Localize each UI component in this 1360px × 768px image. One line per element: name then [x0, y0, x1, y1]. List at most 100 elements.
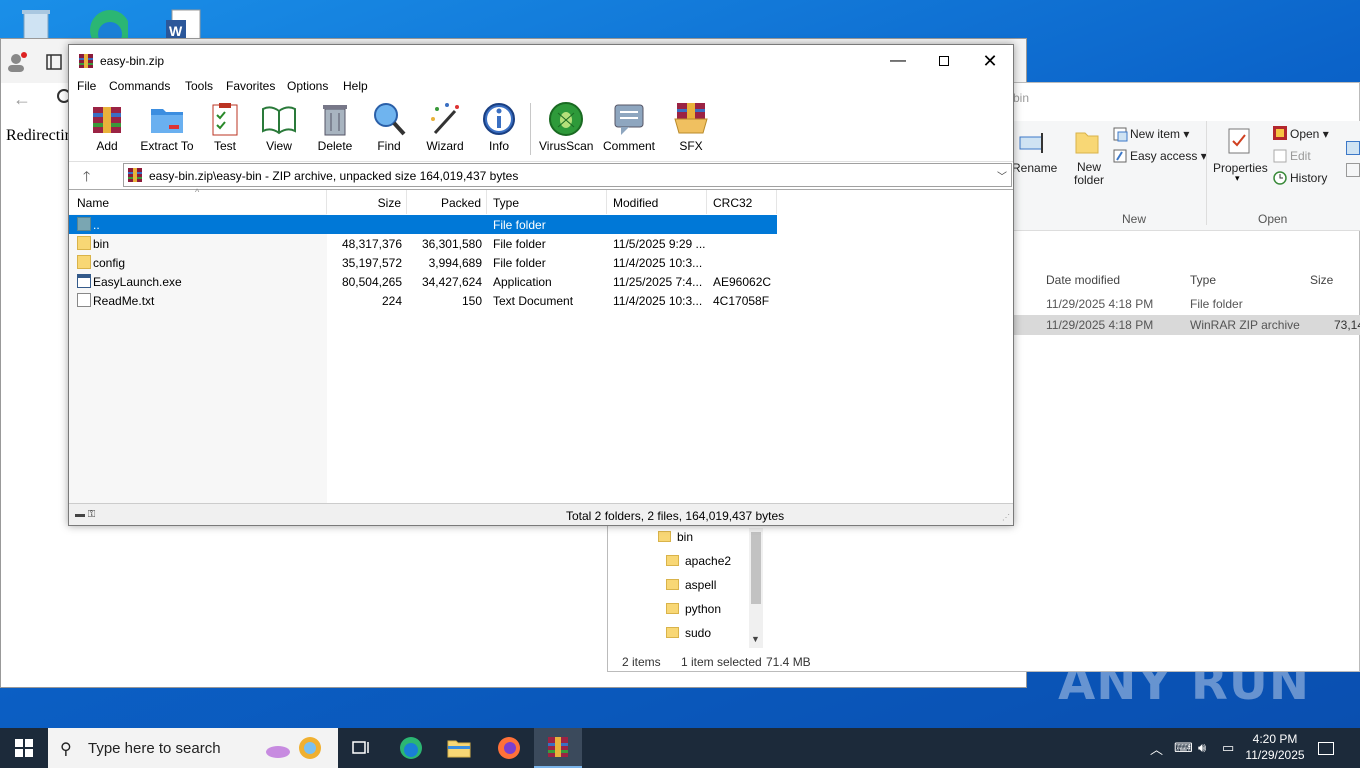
address-text: easy-bin.zip\easy-bin - ZIP archive, unp… — [149, 169, 519, 183]
table-row[interactable]: EasyLaunch.exe 80,504,265 34,427,624 App… — [69, 272, 777, 291]
table-row[interactable]: config 35,197,572 3,994,689 File folder … — [69, 253, 777, 272]
maximize-button[interactable] — [921, 45, 967, 77]
column-crc32[interactable]: CRC32 — [707, 190, 777, 214]
folder-icon — [77, 236, 91, 250]
chevron-down-icon[interactable]: ﹀ — [997, 168, 1007, 183]
delete-button[interactable]: Delete — [313, 101, 357, 153]
extract-to-button[interactable]: Extract To — [139, 101, 195, 153]
folder-icon — [658, 531, 671, 542]
up-arrow-icon[interactable]: 🡑 — [83, 166, 90, 190]
address-field[interactable]: easy-bin.zip\easy-bin - ZIP archive, unp… — [123, 163, 1012, 187]
taskbar-firefox[interactable] — [485, 728, 533, 768]
svg-text:W: W — [169, 23, 183, 39]
add-button[interactable]: Add — [87, 101, 127, 153]
easy-access-button[interactable]: Easy access ▾ — [1130, 149, 1207, 163]
list-item[interactable]: 11/29/2025 4:18 PM File folder — [1014, 294, 1360, 314]
sfx-button[interactable]: SFX — [669, 101, 713, 153]
new-item-button[interactable]: New item ▾ — [1130, 127, 1189, 141]
ime-tray[interactable]: ▭ — [1222, 728, 1234, 768]
menu-commands[interactable]: Commands — [109, 79, 170, 93]
column-type[interactable]: Type — [487, 190, 607, 214]
keyboard-icon: ▭ — [1222, 740, 1235, 755]
winrar-icon — [548, 737, 568, 757]
view-button[interactable]: View — [257, 101, 301, 153]
clock-date: 11/29/2025 — [1245, 748, 1305, 762]
table-row[interactable]: bin 48,317,376 36,301,580 File folder 11… — [69, 234, 777, 253]
folder-icon — [666, 555, 679, 566]
edge-desktop-icon[interactable] — [88, 6, 130, 50]
menu-favorites[interactable]: Favorites — [226, 79, 275, 93]
menu-options[interactable]: Options — [287, 79, 328, 93]
history-icon — [1273, 171, 1287, 185]
notifications-button[interactable] — [1318, 728, 1334, 768]
wizard-button[interactable]: Wizard — [423, 101, 467, 153]
word-desktop-icon[interactable]: W — [164, 6, 204, 43]
tree-scrollbar[interactable]: ▼ — [749, 528, 763, 648]
table-row-parent[interactable]: .. File folder — [69, 215, 777, 234]
test-button[interactable]: Test — [205, 101, 245, 153]
taskbar-winrar[interactable] — [534, 728, 582, 768]
column-modified[interactable]: Modified — [607, 190, 707, 214]
edit-button[interactable]: Edit — [1290, 149, 1311, 163]
close-button[interactable]: ✕ — [967, 45, 1013, 77]
folder-icon — [77, 255, 91, 269]
wizard-wand-icon — [431, 103, 459, 135]
taskbar-search[interactable]: ⚲ Type here to search — [48, 728, 338, 768]
magnifier-icon — [374, 103, 406, 136]
list-item-selected[interactable]: 11/29/2025 4:18 PM WinRAR ZIP archive 73… — [1014, 315, 1360, 335]
winrar-window[interactable]: easy-bin.zip — ✕ File Commands Tools Fav… — [68, 44, 1014, 526]
column-date-modified[interactable]: Date modified — [1046, 273, 1120, 287]
find-button[interactable]: Find — [369, 101, 409, 153]
ribbon-group-new: New — [1122, 212, 1147, 226]
tree-item-sudo[interactable]: sudo — [666, 626, 711, 648]
rename-button[interactable]: Rename — [1012, 161, 1057, 175]
info-button[interactable]: Info — [479, 101, 519, 153]
open-button[interactable]: Open ▾ — [1290, 127, 1329, 141]
menu-file[interactable]: File — [77, 79, 96, 93]
status-item-count: 2 items — [622, 655, 661, 669]
virusscan-button[interactable]: VirusScan — [539, 101, 593, 153]
back-arrow-icon[interactable]: ← — [13, 89, 31, 110]
profile-icon[interactable] — [5, 51, 27, 73]
menu-tools[interactable]: Tools — [185, 79, 213, 93]
title-bar[interactable]: easy-bin.zip — ✕ — [69, 45, 1013, 77]
task-view-button[interactable] — [338, 728, 386, 768]
show-hidden-icons[interactable]: ︿ — [1150, 728, 1163, 768]
properties-button[interactable]: Properties — [1213, 161, 1268, 175]
rename-icon — [1019, 133, 1043, 153]
table-row[interactable]: ReadMe.txt 224 150 Text Document 11/4/20… — [69, 291, 777, 310]
network-tray[interactable]: ⌨ — [1174, 728, 1193, 768]
column-size[interactable]: Size — [327, 190, 407, 214]
menu-help[interactable]: Help — [343, 79, 368, 93]
column-type[interactable]: Type — [1190, 273, 1216, 287]
scrollbar-thumb[interactable] — [751, 532, 761, 604]
tab-actions-icon[interactable] — [45, 53, 63, 71]
column-packed[interactable]: Packed — [407, 190, 487, 214]
tree-item-bin[interactable]: bin — [658, 530, 693, 552]
breadcrumb[interactable]: bin — [1013, 91, 1029, 105]
task-view-icon — [352, 741, 369, 754]
column-size[interactable]: Size — [1310, 273, 1333, 287]
search-icon: ⚲ — [60, 741, 72, 758]
comment-button[interactable]: Comment — [601, 101, 657, 153]
tree-item-aspell[interactable]: aspell — [666, 578, 716, 600]
taskbar-clock[interactable]: 4:20 PM 11/29/2025 — [1240, 731, 1310, 763]
executable-icon — [77, 274, 91, 288]
minimize-button[interactable]: — — [875, 45, 921, 77]
start-button[interactable] — [0, 728, 48, 768]
minimize-icon: — — [890, 52, 906, 69]
folder-icon — [666, 579, 679, 590]
new-folder-button[interactable]: New folder — [1074, 161, 1104, 187]
scroll-down-icon[interactable]: ▼ — [751, 634, 760, 644]
text-file-icon — [77, 293, 91, 307]
taskbar-edge[interactable] — [387, 728, 435, 768]
tree-item-python[interactable]: python — [666, 602, 721, 624]
tree-item-apache2[interactable]: apache2 — [666, 554, 731, 576]
taskbar-file-explorer[interactable] — [435, 728, 483, 768]
recycle-bin-icon[interactable] — [16, 6, 56, 42]
volume-tray[interactable]: 🔊︎ — [1198, 728, 1206, 768]
properties-dropdown-icon[interactable]: ▾ — [1235, 173, 1240, 184]
history-button[interactable]: History — [1290, 171, 1327, 185]
view-book-icon — [262, 106, 296, 135]
resize-grip-icon[interactable]: ⋰ — [1002, 513, 1010, 522]
